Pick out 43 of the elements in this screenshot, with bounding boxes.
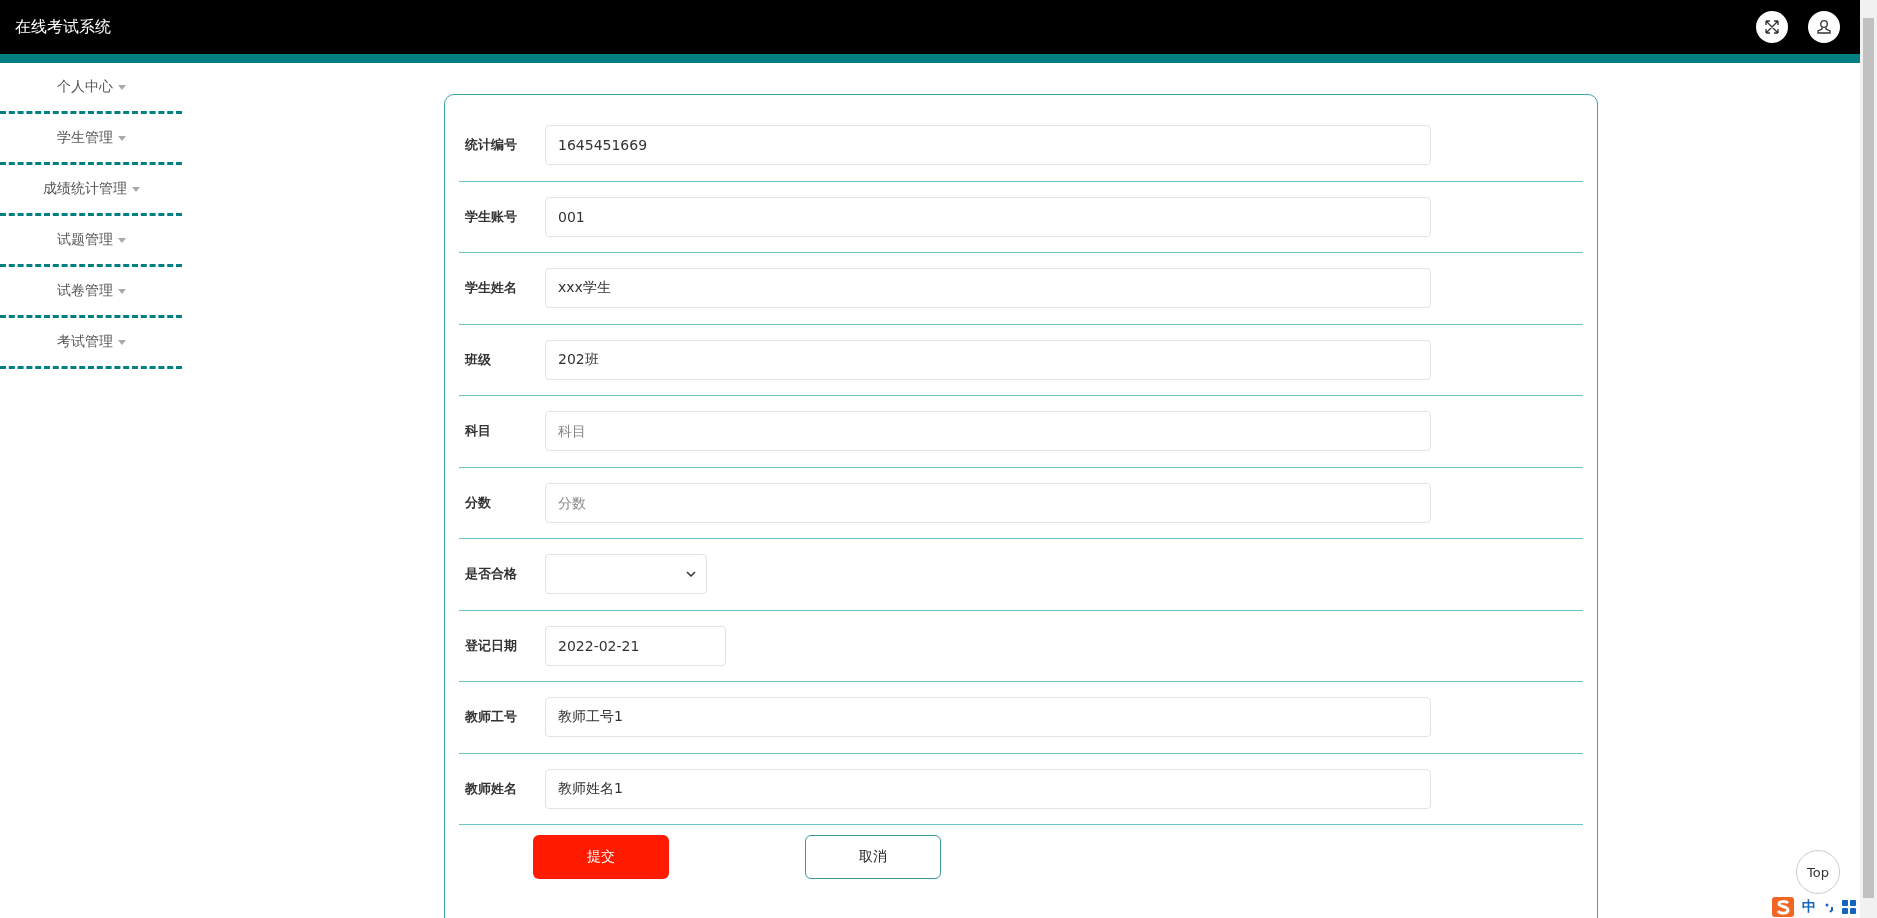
input-field[interactable]: 202班 [545,339,1431,380]
field-label: 教师姓名 [465,779,518,798]
submit-button[interactable]: 提交 [533,835,669,879]
input-field[interactable]: 001 [545,196,1431,237]
grid-icon[interactable] [1842,900,1856,914]
field-label: 科目 [465,422,492,441]
field-label: 分数 [465,493,492,512]
field-label: 学生账号 [465,207,518,226]
cancel-button[interactable]: 取消 [805,835,941,879]
ime-mode[interactable]: 中 [1802,898,1816,916]
input-field[interactable]: 教师姓名1 [545,768,1431,809]
field-label: 班级 [465,350,492,369]
app-title: 在线考试系统 [15,16,112,38]
date-field[interactable]: 2022-02-21 [545,625,726,666]
field-label: 登记日期 [465,636,518,655]
caret-icon [117,84,126,90]
caret-icon [117,135,126,141]
caret-icon [117,237,126,243]
input-field[interactable]: 1645451669 [545,125,1431,166]
sidebar-item[interactable]: 个人中心 [0,63,182,114]
punctuation-icon[interactable] [1824,901,1834,913]
caret-icon [117,288,126,294]
chevron-down-icon [686,571,696,578]
back-to-top-button[interactable]: Top [1796,850,1840,894]
input-field[interactable]: 科目 [545,411,1431,452]
field-label: 学生姓名 [465,279,518,298]
sidebar-item[interactable]: 试题管理 [0,216,182,267]
input-field[interactable]: xxx学生 [545,268,1431,309]
sidebar-item[interactable]: 考试管理 [0,318,182,369]
caret-icon [117,339,126,345]
select-field[interactable] [545,554,707,595]
sidebar-item[interactable]: 成绩统计管理 [0,165,182,216]
user-icon[interactable] [1808,11,1840,43]
input-field[interactable]: 分数 [545,482,1431,523]
field-label: 教师工号 [465,708,518,727]
sidebar-item[interactable]: 学生管理 [0,114,182,165]
caret-icon [131,186,140,192]
sidebar-item[interactable]: 试卷管理 [0,267,182,318]
fullscreen-icon[interactable] [1756,11,1788,43]
field-label: 是否合格 [465,565,518,584]
input-field[interactable]: 教师工号1 [545,697,1431,738]
scrollbar[interactable] [1860,0,1877,918]
field-label: 统计编号 [465,136,518,155]
